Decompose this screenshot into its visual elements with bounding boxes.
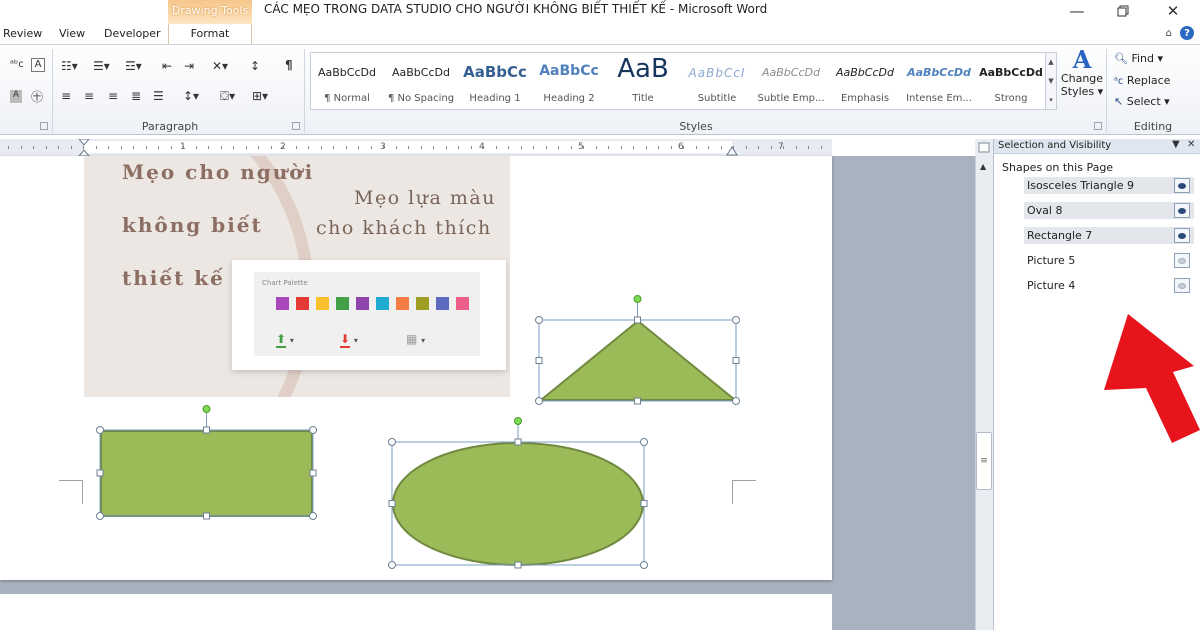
rectangle-rotate-handle[interactable]: [202, 405, 211, 413]
rectangle-side-handle[interactable]: [96, 469, 104, 477]
rectangle-side-handle[interactable]: [203, 512, 210, 520]
rectangle-corner-handle[interactable]: [96, 512, 104, 520]
triangle-corner-handle[interactable]: [732, 397, 740, 405]
oval-corner-handle[interactable]: [388, 561, 396, 569]
rectangle-corner-handle[interactable]: [309, 512, 317, 520]
oval-corner-handle[interactable]: [640, 438, 648, 446]
eye-pupil: [1178, 232, 1186, 239]
view-ruler-toggle[interactable]: [975, 139, 993, 156]
oval-side-handle[interactable]: [514, 561, 522, 569]
triangle-side-handle[interactable]: [634, 397, 641, 405]
shape-list-item[interactable]: Rectangle 7: [1024, 227, 1194, 244]
rectangle-corner-handle[interactable]: [96, 426, 104, 434]
oval-side-handle[interactable]: [640, 500, 648, 507]
oval-side-handle[interactable]: [388, 500, 396, 507]
triangle-side-handle[interactable]: [535, 357, 543, 364]
rectangle-side-handle[interactable]: [309, 469, 317, 477]
oval-8[interactable]: [392, 442, 644, 566]
annotation-arrow: [1104, 314, 1200, 443]
triangle-corner-handle[interactable]: [732, 316, 740, 324]
triangle-corner-handle[interactable]: [535, 397, 543, 405]
scrollbar-thumb[interactable]: ≡: [976, 432, 992, 490]
shape-list-item-label: Picture 5: [1027, 254, 1076, 267]
visibility-eye-icon[interactable]: [1174, 203, 1190, 218]
visibility-eye-icon[interactable]: [1174, 228, 1190, 243]
rectangle-7[interactable]: [100, 430, 313, 517]
rectangle-side-handle[interactable]: [203, 426, 210, 434]
eye-pupil: [1178, 207, 1186, 214]
vertical-scrollbar[interactable]: ▲: [975, 156, 993, 630]
shapes-on-page-label: Shapes on this Page: [1002, 161, 1114, 174]
oval-corner-handle[interactable]: [640, 561, 648, 569]
triangle-side-handle[interactable]: [732, 357, 740, 364]
pane-title: Selection and Visibility: [998, 140, 1112, 151]
shape-list-item-label: Picture 4: [1027, 279, 1076, 292]
pane-options-icon[interactable]: ▼: [1172, 139, 1180, 150]
triangle-side-handle[interactable]: [634, 316, 641, 324]
shape-list-item-label: Isosceles Triangle 9: [1027, 179, 1134, 192]
oval-side-handle[interactable]: [514, 438, 522, 446]
scroll-up-arrow-icon[interactable]: ▲: [980, 162, 986, 171]
eye-pupil: [1178, 257, 1186, 264]
shape-list-item[interactable]: Oval 8: [1024, 202, 1194, 219]
grip-icon: ≡: [980, 456, 988, 466]
oval-corner-handle[interactable]: [388, 438, 396, 446]
pane-close-icon[interactable]: ✕: [1187, 139, 1195, 150]
eye-pupil: [1178, 282, 1186, 289]
shape-list-item-label: Rectangle 7: [1027, 229, 1093, 242]
pane-header: Selection and Visibility ▼ ✕: [994, 139, 1200, 154]
shape-list-item-label: Oval 8: [1027, 204, 1063, 217]
shape-list-item[interactable]: Isosceles Triangle 9: [1024, 177, 1194, 194]
rectangle-corner-handle[interactable]: [309, 426, 317, 434]
shape-list-item[interactable]: Picture 5: [1024, 252, 1194, 269]
shape-list-item[interactable]: Picture 4: [1024, 277, 1194, 294]
ruler-toggle-icon: [978, 142, 990, 153]
visibility-eye-icon[interactable]: [1174, 278, 1190, 293]
triangle-rotate-handle[interactable]: [633, 295, 642, 303]
isosceles-triangle-9[interactable]: [538, 319, 738, 401]
oval-rotate-handle[interactable]: [514, 417, 522, 425]
visibility-eye-icon[interactable]: [1174, 253, 1190, 268]
visibility-eye-icon[interactable]: [1174, 178, 1190, 193]
eye-pupil: [1178, 182, 1186, 189]
triangle-corner-handle[interactable]: [535, 316, 543, 324]
